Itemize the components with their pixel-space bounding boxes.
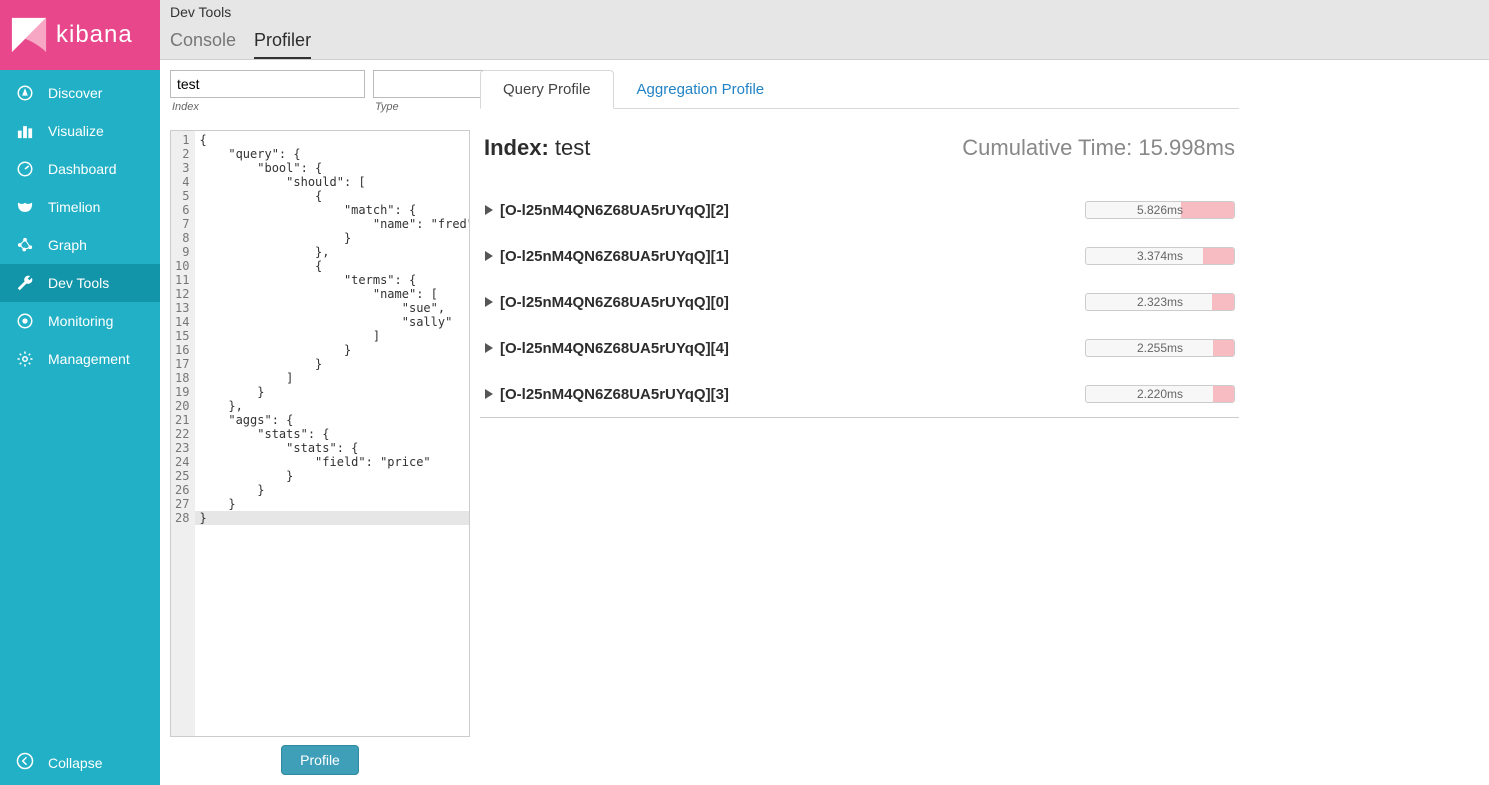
bar-chart-icon [16, 122, 34, 140]
shard-name: [O-l25nM4QN6Z68UA5rUYqQ][0] [500, 294, 729, 311]
chevron-right-icon [484, 205, 494, 215]
query-editor[interactable]: 1 2 3 4 5 6 7 8 9 10 11 12 13 14 15 16 1… [170, 130, 470, 737]
gauge-icon [16, 160, 34, 178]
index-input-label: Index [170, 98, 365, 116]
mask-icon [16, 198, 34, 216]
collapse-icon [16, 752, 34, 773]
tool-tab-console[interactable]: Console [170, 22, 236, 59]
nav-label: Monitoring [48, 313, 113, 329]
sidebar-item-monitoring[interactable]: Monitoring [0, 302, 160, 340]
timing-bar: 2.220ms [1085, 385, 1235, 403]
shard-row[interactable]: [O-l25nM4QN6Z68UA5rUYqQ][1] 3.374ms [484, 233, 1235, 279]
shard-name: [O-l25nM4QN6Z68UA5rUYqQ][2] [500, 202, 729, 219]
profile-button[interactable]: Profile [281, 745, 359, 775]
nav-label: Visualize [48, 123, 104, 139]
profile-tab-aggregation-profile[interactable]: Aggregation Profile [614, 70, 788, 109]
sidebar-item-dashboard[interactable]: Dashboard [0, 150, 160, 188]
kibana-logo-icon [10, 16, 48, 54]
brand-text: kibana [56, 21, 133, 49]
chevron-right-icon [484, 389, 494, 399]
result-index-label: Index: test [484, 135, 590, 161]
sidebar-item-discover[interactable]: Discover [0, 74, 160, 112]
breadcrumb-bar: Dev Tools Console Profiler [160, 0, 1489, 60]
nav-label: Management [48, 351, 130, 367]
shard-name: [O-l25nM4QN6Z68UA5rUYqQ][4] [500, 340, 729, 357]
nav-label: Graph [48, 237, 87, 253]
profile-tab-query-profile[interactable]: Query Profile [480, 70, 614, 109]
timing-value: 2.220ms [1086, 386, 1234, 402]
nav-label: Dashboard [48, 161, 117, 177]
timing-bar: 5.826ms [1085, 201, 1235, 219]
tool-tab-profiler[interactable]: Profiler [254, 22, 311, 59]
shard-row[interactable]: [O-l25nM4QN6Z68UA5rUYqQ][2] 5.826ms [484, 187, 1235, 233]
eye-icon [16, 312, 34, 330]
wrench-icon [16, 274, 34, 292]
sidebar-item-visualize[interactable]: Visualize [0, 112, 160, 150]
query-panel: Index Type 1 2 3 4 5 6 7 8 9 10 11 12 13… [170, 70, 470, 775]
collapse-button[interactable]: Collapse [0, 740, 160, 785]
timing-value: 2.323ms [1086, 294, 1234, 310]
shard-name: [O-l25nM4QN6Z68UA5rUYqQ][3] [500, 386, 729, 403]
graph-icon [16, 236, 34, 254]
timing-bar: 3.374ms [1085, 247, 1235, 265]
results-panel: Query ProfileAggregation Profile Index: … [480, 70, 1479, 775]
breadcrumb: Dev Tools [170, 0, 1479, 22]
shard-row[interactable]: [O-l25nM4QN6Z68UA5rUYqQ][3] 2.220ms [484, 371, 1235, 417]
timing-value: 3.374ms [1086, 248, 1234, 264]
chevron-right-icon [484, 297, 494, 307]
sidebar-item-timelion[interactable]: Timelion [0, 188, 160, 226]
timing-value: 2.255ms [1086, 340, 1234, 356]
chevron-right-icon [484, 251, 494, 261]
timing-bar: 2.255ms [1085, 339, 1235, 357]
collapse-label: Collapse [48, 755, 102, 771]
nav-label: Timelion [48, 199, 100, 215]
timing-bar: 2.323ms [1085, 293, 1235, 311]
nav-label: Discover [48, 85, 102, 101]
shard-row[interactable]: [O-l25nM4QN6Z68UA5rUYqQ][4] 2.255ms [484, 325, 1235, 371]
sidebar-item-management[interactable]: Management [0, 340, 160, 378]
timing-value: 5.826ms [1086, 202, 1234, 218]
sidebar-item-dev-tools[interactable]: Dev Tools [0, 264, 160, 302]
shard-row[interactable]: [O-l25nM4QN6Z68UA5rUYqQ][0] 2.323ms [484, 279, 1235, 325]
logo-bar[interactable]: kibana [0, 0, 160, 70]
sidebar: kibana Discover Visualize Dashboard Timelio… [0, 0, 160, 785]
compass-icon [16, 84, 34, 102]
shard-name: [O-l25nM4QN6Z68UA5rUYqQ][1] [500, 248, 729, 265]
gear-icon [16, 350, 34, 368]
cumulative-time: Cumulative Time: 15.998ms [962, 135, 1235, 161]
sidebar-item-graph[interactable]: Graph [0, 226, 160, 264]
chevron-right-icon [484, 343, 494, 353]
nav-label: Dev Tools [48, 275, 109, 291]
index-input[interactable] [170, 70, 365, 98]
